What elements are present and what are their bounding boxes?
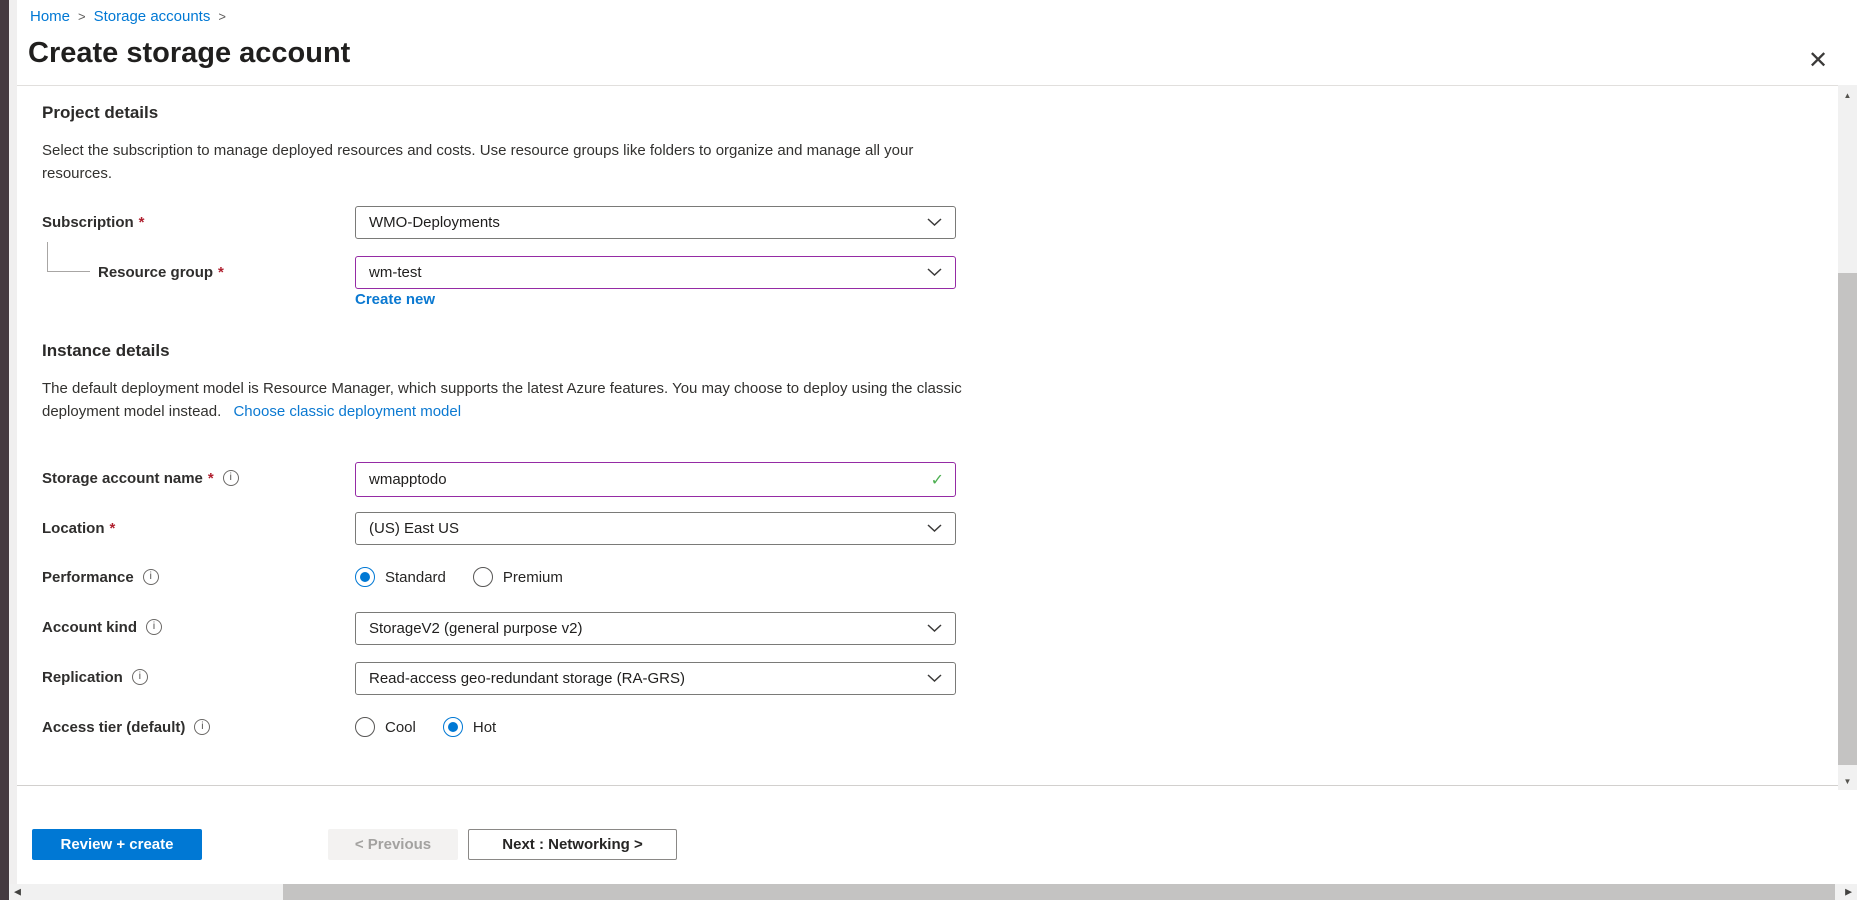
breadcrumb-separator: > — [218, 9, 226, 24]
create-storage-account-page: Home > Storage accounts > Create storage… — [0, 0, 1857, 900]
project-details-description: Select the subscription to manage deploy… — [42, 139, 962, 185]
performance-label: Performance i — [42, 568, 159, 586]
performance-label-text: Performance — [42, 569, 134, 586]
breadcrumb-home-link[interactable]: Home — [30, 8, 70, 25]
scroll-down-icon[interactable]: ▼ — [1838, 777, 1857, 786]
valid-check-icon: ✓ — [931, 470, 944, 490]
required-asterisk: * — [218, 264, 224, 281]
breadcrumb-separator: > — [78, 9, 86, 24]
access-tier-label-text: Access tier (default) — [42, 719, 185, 736]
horizontal-scrollbar[interactable]: ◀ ▶ — [9, 884, 1857, 900]
breadcrumb-storage-accounts-link[interactable]: Storage accounts — [94, 8, 211, 25]
info-icon[interactable]: i — [194, 719, 210, 735]
next-networking-button[interactable]: Next : Networking > — [468, 829, 677, 860]
resource-group-label: Resource group * — [98, 263, 224, 281]
performance-radio-group: Standard Premium — [355, 566, 563, 588]
chevron-down-icon — [927, 268, 942, 277]
access-tier-label: Access tier (default) i — [42, 718, 210, 736]
account-kind-label: Account kind i — [42, 618, 162, 636]
subscription-label-text: Subscription — [42, 214, 134, 231]
location-dropdown[interactable]: (US) East US — [355, 512, 956, 545]
radio-unselected-icon — [473, 567, 493, 587]
horizontal-scrollbar-thumb[interactable] — [283, 884, 1835, 900]
radio-unselected-icon — [355, 717, 375, 737]
replication-label-text: Replication — [42, 669, 123, 686]
account-kind-label-text: Account kind — [42, 619, 137, 636]
vertical-scrollbar-thumb[interactable] — [1838, 273, 1857, 765]
access-tier-cool-radio[interactable]: Cool — [355, 717, 416, 737]
storage-account-name-label: Storage account name * i — [42, 469, 239, 487]
project-details-heading: Project details — [42, 103, 158, 123]
access-tier-radio-group: Cool Hot — [355, 716, 496, 738]
chevron-down-icon — [927, 624, 942, 633]
create-new-link[interactable]: Create new — [355, 291, 435, 308]
previous-button[interactable]: < Previous — [328, 829, 458, 860]
subscription-resource-group-connector — [47, 242, 90, 272]
choose-classic-deployment-link[interactable]: Choose classic deployment model — [233, 403, 461, 420]
location-value: (US) East US — [369, 520, 459, 537]
storage-account-name-field: ✓ — [355, 462, 956, 497]
info-icon[interactable]: i — [146, 619, 162, 635]
storage-account-name-label-text: Storage account name — [42, 470, 203, 487]
required-asterisk: * — [110, 520, 116, 537]
info-icon[interactable]: i — [223, 470, 239, 486]
scroll-right-icon[interactable]: ▶ — [1845, 887, 1852, 898]
account-kind-dropdown[interactable]: StorageV2 (general purpose v2) — [355, 612, 956, 645]
vertical-scrollbar[interactable]: ▲ ▼ — [1838, 85, 1857, 790]
left-gutter — [9, 0, 17, 900]
chevron-down-icon — [927, 674, 942, 683]
scroll-up-icon[interactable]: ▲ — [1838, 91, 1857, 100]
info-icon[interactable]: i — [132, 669, 148, 685]
replication-dropdown[interactable]: Read-access geo-redundant storage (RA-GR… — [355, 662, 956, 695]
close-icon[interactable]: ✕ — [1800, 44, 1836, 78]
performance-standard-radio[interactable]: Standard — [355, 567, 446, 587]
required-asterisk: * — [139, 214, 145, 231]
performance-premium-radio[interactable]: Premium — [473, 567, 563, 587]
scroll-left-icon[interactable]: ◀ — [14, 887, 21, 898]
location-label-text: Location — [42, 520, 105, 537]
location-label: Location * — [42, 519, 115, 537]
resource-group-dropdown[interactable]: wm-test — [355, 256, 956, 289]
required-asterisk: * — [208, 470, 214, 487]
subscription-label: Subscription * — [42, 213, 145, 231]
replication-label: Replication i — [42, 668, 148, 686]
chevron-down-icon — [927, 218, 942, 227]
breadcrumb: Home > Storage accounts > — [30, 8, 234, 25]
content-top-divider — [17, 85, 1843, 86]
instance-details-description-text: The default deployment model is Resource… — [42, 380, 962, 420]
resource-group-value: wm-test — [369, 264, 422, 281]
info-icon[interactable]: i — [143, 569, 159, 585]
instance-details-description: The default deployment model is Resource… — [42, 377, 962, 423]
subscription-value: WMO-Deployments — [369, 214, 500, 231]
left-edge-panel — [0, 0, 9, 900]
review-create-button[interactable]: Review + create — [32, 829, 202, 860]
account-kind-value: StorageV2 (general purpose v2) — [369, 620, 582, 637]
access-tier-hot-radio[interactable]: Hot — [443, 717, 496, 737]
radio-selected-icon — [443, 717, 463, 737]
footer-divider — [17, 785, 1857, 786]
storage-account-name-input[interactable] — [369, 471, 921, 488]
subscription-dropdown[interactable]: WMO-Deployments — [355, 206, 956, 239]
page-title: Create storage account — [28, 37, 350, 70]
resource-group-label-text: Resource group — [98, 264, 213, 281]
chevron-down-icon — [927, 524, 942, 533]
instance-details-heading: Instance details — [42, 341, 170, 361]
replication-value: Read-access geo-redundant storage (RA-GR… — [369, 670, 685, 687]
radio-selected-icon — [355, 567, 375, 587]
